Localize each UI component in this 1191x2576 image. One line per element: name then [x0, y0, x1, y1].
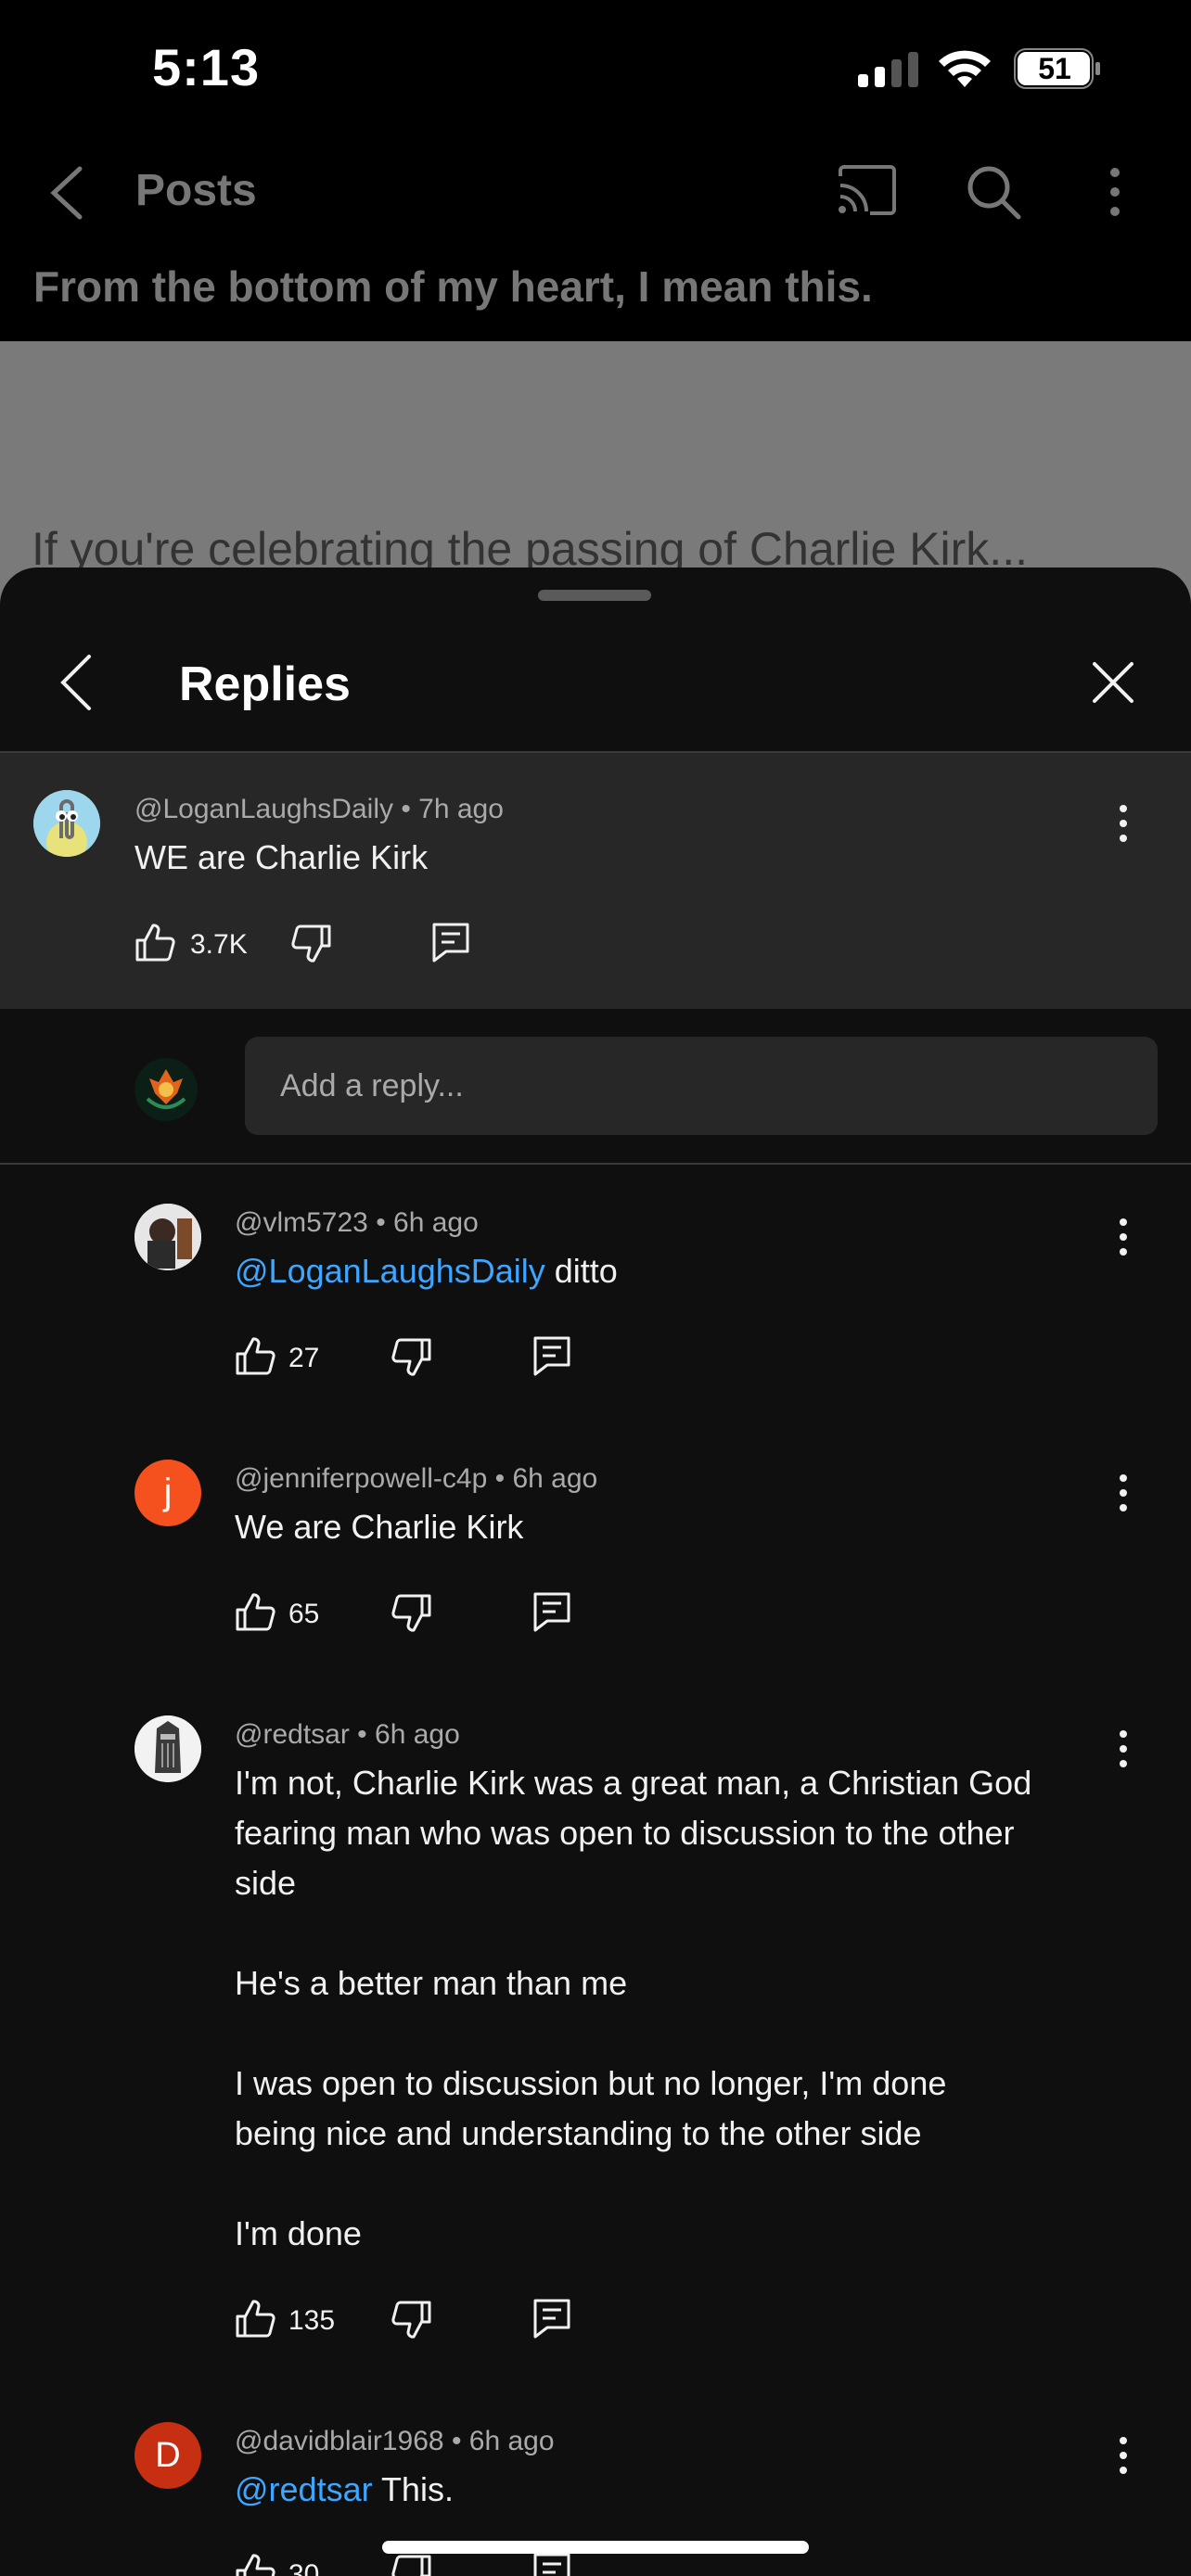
- comment-line: [235, 1908, 1107, 1958]
- parent-comment: @LoganLaughsDaily • 7h ago WE are Charli…: [0, 753, 1191, 1009]
- thumbs-down-icon[interactable]: [391, 1593, 432, 1634]
- close-icon[interactable]: [1091, 660, 1135, 705]
- comment-line: [235, 2009, 1107, 2059]
- drag-handle[interactable]: [538, 590, 651, 601]
- like-count: 30: [288, 2559, 320, 2576]
- comment-line: being nice and understanding to the othe…: [235, 2114, 922, 2152]
- thumbs-down-icon[interactable]: [391, 1337, 432, 1378]
- comment-line: I'm not, Charlie Kirk was a great man, a…: [235, 1764, 1032, 1802]
- thumbs-up-icon[interactable]: [235, 1591, 275, 1632]
- comment-line: [235, 2159, 1107, 2209]
- comment-text-body: ditto: [544, 1252, 618, 1290]
- search-icon[interactable]: [965, 163, 1022, 221]
- reply-icon[interactable]: [532, 2298, 571, 2339]
- home-indicator[interactable]: [382, 2541, 809, 2554]
- comment-line: I'm done: [235, 2214, 362, 2252]
- add-reply-input[interactable]: [245, 1037, 1158, 1135]
- comment-line: I was open to discussion but no longer, …: [235, 2064, 947, 2102]
- comment-text-body: This.: [372, 2470, 454, 2508]
- thumbs-down-icon[interactable]: [391, 2300, 432, 2340]
- thumbs-down-icon[interactable]: [391, 2554, 432, 2576]
- replies-sheet: Replies @LoganLaughsDaily • 7h ago WE ar…: [0, 567, 1191, 2576]
- like-count: 27: [288, 1343, 320, 1373]
- avatar[interactable]: D: [134, 2422, 201, 2489]
- post-title: From the bottom of my heart, I mean this…: [33, 262, 873, 311]
- comment-meta: @redtsar • 6h ago: [235, 1719, 460, 1751]
- comment-author[interactable]: @redtsar: [235, 1719, 350, 1750]
- comment-time: 7h ago: [418, 794, 504, 824]
- comment-line: side: [235, 1864, 297, 1902]
- mention-link[interactable]: @redtsar: [235, 2470, 373, 2508]
- battery-level: 51: [1038, 52, 1071, 85]
- user-avatar-icon: [134, 1058, 198, 1121]
- comment-time: 6h ago: [468, 2426, 555, 2456]
- more-vert-icon[interactable]: [1116, 2435, 1131, 2476]
- battery-indicator: 51: [1014, 48, 1101, 89]
- my-avatar: [134, 1058, 198, 1121]
- comment-time: 6h ago: [393, 1207, 479, 1238]
- more-vert-icon[interactable]: [1116, 1473, 1131, 1513]
- like-count: 65: [288, 1599, 320, 1629]
- cast-icon[interactable]: [837, 165, 896, 215]
- avatar[interactable]: [33, 790, 100, 857]
- reply-icon[interactable]: [532, 1591, 571, 1632]
- thumbs-up-icon[interactable]: [235, 2298, 275, 2339]
- more-vert-icon[interactable]: [1116, 1728, 1131, 1769]
- comment-meta: @davidblair1968 • 6h ago: [235, 2426, 555, 2457]
- comment-text: @redtsar This.: [235, 2465, 454, 2515]
- comment-text: We are Charlie Kirk: [235, 1508, 524, 1546]
- knight-avatar-icon: [134, 1715, 201, 1782]
- like-count: 3.7K: [190, 929, 248, 960]
- back-icon[interactable]: [58, 653, 95, 712]
- comment-time: 6h ago: [375, 1719, 460, 1750]
- comment-meta: @vlm5723 • 6h ago: [235, 1207, 479, 1239]
- comment-author[interactable]: @vlm5723: [235, 1207, 368, 1238]
- reply-icon[interactable]: [532, 2552, 571, 2576]
- comment-text: @LoganLaughsDaily ditto: [235, 1246, 618, 1296]
- comment-line: He's a better man than me: [235, 1964, 628, 2002]
- thumbs-up-icon[interactable]: [235, 2552, 275, 2576]
- status-bar: 5:13 51: [0, 0, 1191, 139]
- avatar[interactable]: j: [134, 1460, 201, 1526]
- reply-icon[interactable]: [532, 1335, 571, 1376]
- back-icon[interactable]: [46, 165, 87, 221]
- like-count: 135: [288, 2305, 336, 2336]
- more-vert-icon[interactable]: [1104, 163, 1126, 221]
- comment-author[interactable]: @LoganLaughsDaily: [134, 794, 393, 824]
- more-vert-icon[interactable]: [1116, 803, 1131, 844]
- thumbs-down-icon[interactable]: [291, 924, 332, 964]
- comment-author[interactable]: @jenniferpowell-c4p: [235, 1463, 487, 1494]
- meta-separator: •: [494, 1463, 513, 1494]
- comment-line: fearing man who was open to discussion t…: [235, 1814, 1015, 1852]
- reply-input-row: [0, 1009, 1191, 1167]
- status-time: 5:13: [152, 38, 261, 96]
- meta-separator: •: [357, 1719, 376, 1750]
- mention-link[interactable]: @LoganLaughsDaily: [235, 1252, 545, 1290]
- clippy-avatar-icon: [33, 790, 100, 857]
- posts-title: Posts: [135, 166, 257, 215]
- comment-meta: @LoganLaughsDaily • 7h ago: [134, 794, 504, 825]
- comment-time: 6h ago: [512, 1463, 598, 1494]
- meta-separator: •: [376, 1207, 394, 1238]
- sheet-title: Replies: [179, 657, 351, 711]
- reply-icon[interactable]: [431, 922, 470, 963]
- avatar-letter: j: [163, 1472, 173, 1512]
- comment-author[interactable]: @davidblair1968: [235, 2426, 444, 2456]
- comment-text: WE are Charlie Kirk: [134, 838, 429, 876]
- more-vert-icon[interactable]: [1116, 1217, 1131, 1257]
- comment-meta: @jenniferpowell-c4p • 6h ago: [235, 1463, 597, 1495]
- meta-separator: •: [401, 794, 419, 824]
- divider: [0, 1163, 1191, 1165]
- thumbs-up-icon[interactable]: [235, 1335, 275, 1376]
- wifi-icon: [939, 50, 991, 87]
- avatar[interactable]: [134, 1715, 201, 1782]
- thumbs-up-icon[interactable]: [134, 922, 175, 963]
- avatar-letter: D: [155, 2436, 181, 2475]
- meta-separator: •: [451, 2426, 469, 2456]
- cellular-signal-icon: [858, 52, 918, 87]
- photo-avatar-icon: [134, 1204, 201, 1270]
- avatar[interactable]: [134, 1204, 201, 1270]
- comment-text: I'm not, Charlie Kirk was a great man, a…: [235, 1758, 1107, 2259]
